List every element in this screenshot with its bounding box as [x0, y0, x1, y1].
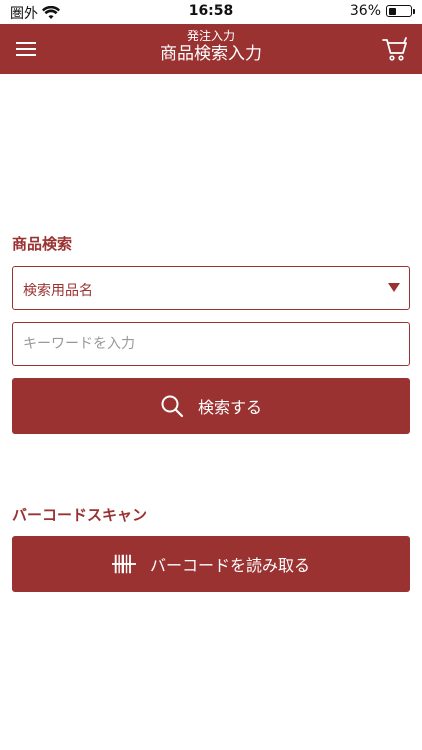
battery-level [388, 7, 396, 15]
app-header: 発注入力 商品検索入力 [0, 24, 422, 74]
screen: 圏外 16:58 36% 発注入力 商品検索入力 商品検索 検索用品名 キーワー… [0, 0, 422, 750]
search-button-label: 検索する [197, 398, 262, 417]
chevron-down-icon [388, 283, 400, 292]
header-titles: 発注入力 商品検索入力 [90, 29, 332, 65]
category-select[interactable]: 検索用品名 [12, 266, 410, 310]
status-right: 36% [349, 3, 415, 19]
barcode-scan-heading: バーコードスキャン [12, 506, 148, 524]
search-icon [161, 395, 184, 418]
search-button[interactable]: 検索する [12, 378, 410, 434]
product-search-heading: 商品検索 [12, 235, 73, 253]
scan-barcode-button-label: バーコードを読み取る [149, 556, 310, 575]
scan-barcode-button[interactable]: バーコードを読み取る [12, 536, 410, 592]
cart-icon[interactable] [382, 36, 408, 62]
category-select-value: 検索用品名 [23, 283, 93, 299]
barcode-icon [111, 554, 136, 574]
status-bar: 圏外 16:58 36% [0, 0, 422, 24]
battery-percent: 36% [349, 3, 381, 19]
keyword-input[interactable] [12, 322, 410, 366]
header-subtitle: 発注入力 [186, 29, 235, 43]
battery-icon [386, 5, 415, 17]
page-title: 商品検索入力 [160, 44, 262, 64]
hamburger-menu-icon[interactable] [16, 41, 36, 57]
